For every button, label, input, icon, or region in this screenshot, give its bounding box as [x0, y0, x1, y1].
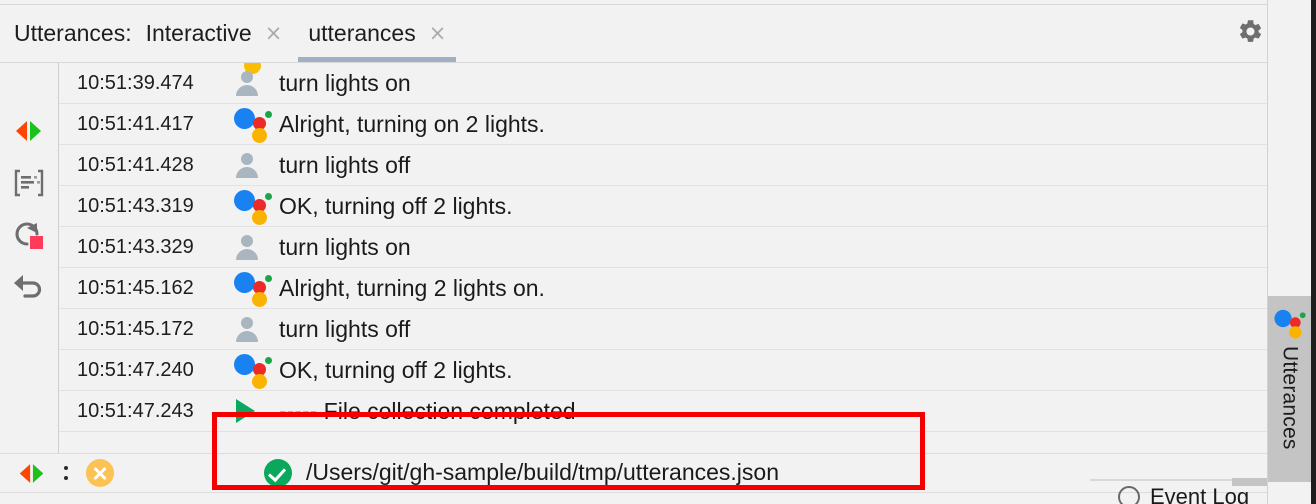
- gear-icon: [1237, 18, 1264, 50]
- row-icon: [224, 70, 279, 96]
- close-icon[interactable]: ×: [429, 23, 447, 44]
- row-timestamp: 10:51:43.329: [77, 235, 194, 258]
- active-tab-indicator: [298, 57, 457, 62]
- row-timestamp: 10:51:45.172: [77, 317, 194, 340]
- row-message: turn lights on: [279, 69, 411, 96]
- row-icon: [224, 234, 279, 260]
- expand-collapse-button[interactable]: [8, 107, 50, 159]
- tab-bar: Utterances: Interactive × utterances ×: [0, 5, 1267, 63]
- circle-icon: [1118, 486, 1140, 504]
- close-icon[interactable]: ×: [265, 23, 283, 44]
- console-output[interactable]: 10:51:39.474 turn lights on 10:51:41.417…: [58, 63, 1268, 453]
- ide-console-tool-window: Utterances: Interactive × utterances × 1…: [0, 0, 1316, 504]
- table-row[interactable]: 10:51:43.329 turn lights on: [59, 227, 1268, 268]
- row-timestamp: 10:51:47.240: [77, 358, 194, 381]
- table-row[interactable]: 10:51:45.172 turn lights off: [59, 309, 1268, 350]
- error-x-icon[interactable]: [86, 459, 114, 487]
- window-edge: [1311, 0, 1316, 504]
- bottom-filler: [0, 493, 1267, 504]
- user-icon: [234, 70, 260, 96]
- assistant-icon: [234, 271, 272, 307]
- build-result-row[interactable]: /Users/git/gh-sample/build/tmp/utterance…: [212, 453, 925, 492]
- assistant-icon: [234, 189, 272, 225]
- soft-wrap-icon: [14, 169, 44, 202]
- console-side-toolbar: [0, 63, 58, 453]
- return-arrow-icon: [13, 273, 45, 306]
- row-timestamp: 10:51:41.428: [77, 153, 194, 176]
- row-icon: [224, 399, 279, 423]
- status-separator: [64, 466, 68, 480]
- tab-bar-title: Utterances:: [14, 20, 132, 46]
- row-message: ----- File collection completed: [279, 397, 576, 424]
- table-row[interactable]: 10:51:39.474 turn lights on: [59, 63, 1268, 104]
- row-timestamp: 10:51:45.162: [77, 276, 194, 299]
- user-icon: [234, 316, 260, 342]
- play-icon: [236, 399, 255, 423]
- row-message: Alright, turning 2 lights on.: [279, 274, 545, 301]
- row-message: turn lights off: [279, 315, 411, 342]
- table-row[interactable]: 10:51:43.319 OK, turning off 2 lights.: [59, 186, 1268, 227]
- expand-collapse-arrows-icon[interactable]: [16, 462, 48, 485]
- success-check-icon: [264, 458, 292, 487]
- row-message: OK, turning off 2 lights.: [279, 356, 513, 383]
- row-message: Alright, turning on 2 lights.: [279, 110, 545, 137]
- return-button[interactable]: [8, 263, 50, 315]
- row-icon: [224, 353, 279, 389]
- row-icon: [224, 316, 279, 342]
- soft-wrap-button[interactable]: [8, 159, 50, 211]
- row-icon: [224, 189, 279, 225]
- event-log-button[interactable]: Event Log: [1118, 484, 1249, 504]
- table-row[interactable]: 10:51:41.417 Alright, turning on 2 light…: [59, 104, 1268, 145]
- console-row-list: 10:51:39.474 turn lights on 10:51:41.417…: [59, 63, 1268, 432]
- table-row[interactable]: 10:51:41.428 turn lights off: [59, 145, 1268, 186]
- row-message: OK, turning off 2 lights.: [279, 192, 513, 219]
- row-icon: [224, 107, 279, 143]
- event-log-label: Event Log: [1150, 484, 1250, 504]
- table-row[interactable]: 10:51:47.240 OK, turning off 2 lights.: [59, 350, 1268, 391]
- table-row[interactable]: 10:51:47.243 ----- File collection compl…: [59, 391, 1268, 432]
- row-timestamp: 10:51:41.417: [77, 112, 194, 135]
- row-timestamp: 10:51:39.474: [77, 71, 194, 94]
- rerun-stop-icon: [13, 220, 45, 255]
- row-icon: [224, 271, 279, 307]
- assistant-icon: [234, 107, 272, 143]
- user-icon: [234, 234, 260, 260]
- rerun-stop-button[interactable]: [8, 211, 50, 263]
- user-icon: [234, 152, 260, 178]
- row-timestamp: 10:51:43.319: [77, 194, 194, 217]
- tab-utterances[interactable]: utterances ×: [294, 5, 458, 62]
- row-timestamp: 10:51:47.243: [77, 399, 194, 422]
- assistant-icon: [234, 353, 272, 389]
- tab-utterances-label: utterances: [308, 20, 416, 46]
- row-message: turn lights off: [279, 151, 411, 178]
- row-icon: [224, 152, 279, 178]
- tab-interactive-label: Interactive: [145, 20, 252, 46]
- assistant-icon: [1273, 309, 1306, 339]
- settings-button[interactable]: [1228, 12, 1272, 56]
- sidebar-item-utterances[interactable]: Utterances: [1268, 296, 1311, 482]
- result-file-path[interactable]: /Users/git/gh-sample/build/tmp/utterance…: [306, 459, 779, 486]
- expand-collapse-arrows-icon: [12, 119, 46, 148]
- table-row[interactable]: 10:51:45.162 Alright, turning 2 lights o…: [59, 268, 1268, 309]
- row-message: turn lights on: [279, 233, 411, 260]
- tab-interactive[interactable]: Interactive ×: [132, 5, 295, 62]
- sidebar-item-label: Utterances: [1278, 346, 1302, 450]
